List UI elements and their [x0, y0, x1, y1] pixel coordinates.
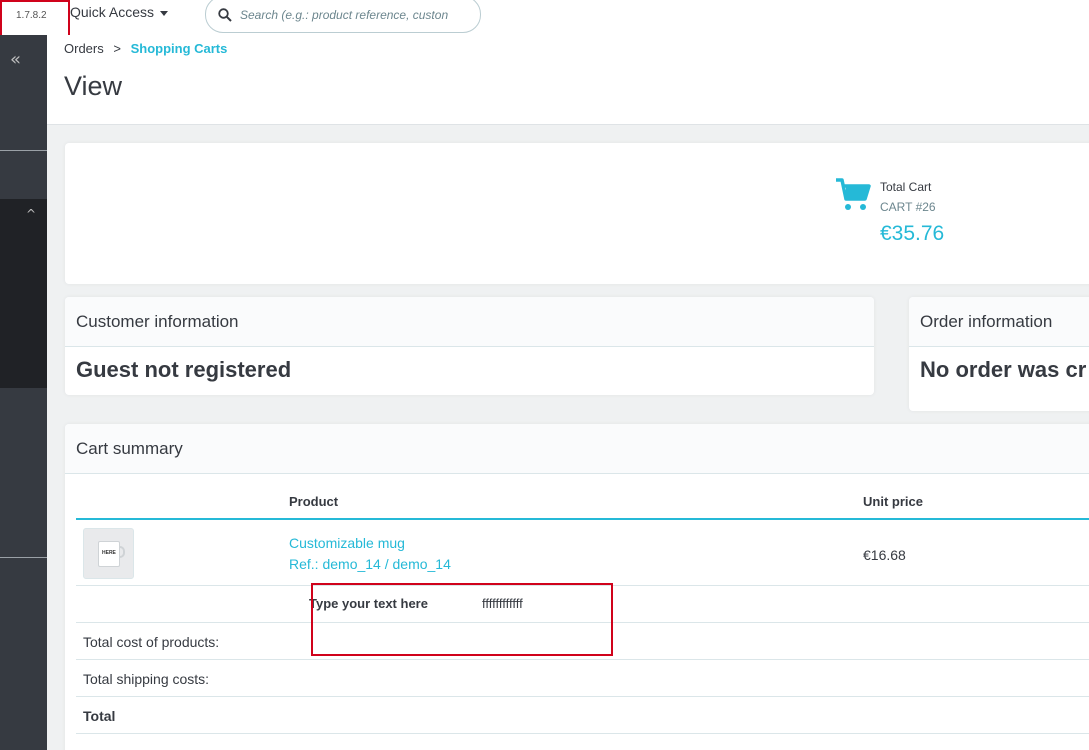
search-input[interactable]: [240, 7, 470, 22]
sidebar: « ^: [0, 35, 47, 750]
total-shipping-label: Total shipping costs:: [83, 671, 210, 687]
product-reference[interactable]: Ref.: demo_14 / demo_14: [289, 556, 451, 572]
page-header: Orders > Shopping Carts View: [47, 35, 1089, 125]
version-label: 1.7.8.2: [16, 10, 47, 21]
column-product: Product: [289, 494, 339, 509]
total-cart-label: Total Cart: [880, 180, 932, 194]
customer-info-card: Customer information Guest not registere…: [65, 297, 874, 395]
order-info-value: No order was cr: [920, 357, 1087, 382]
caret-down-icon: [160, 10, 169, 16]
table-header: Product Unit price: [76, 492, 1089, 520]
cart-reference: CART #26: [880, 200, 936, 214]
search-box[interactable]: [205, 0, 481, 33]
order-info-card: Order information No order was cr: [909, 297, 1089, 411]
chevron-up-icon[interactable]: ^: [26, 207, 36, 221]
customer-info-title: Customer information: [65, 297, 874, 347]
total-label: Total: [83, 708, 116, 724]
order-info-title: Order information: [909, 297, 1089, 347]
product-unit-price: €16.68: [863, 547, 906, 563]
quick-access-label: Quick Access: [70, 4, 155, 20]
mug-handle: [119, 546, 125, 558]
product-thumbnail[interactable]: HERE: [83, 528, 134, 579]
customer-info-value: Guest not registered: [76, 357, 292, 382]
breadcrumb: Orders > Shopping Carts: [64, 41, 227, 56]
table-row: Total: [76, 697, 1089, 734]
mug-print-text: HERE: [102, 550, 116, 556]
top-header: Quick Access: [0, 0, 1089, 35]
collapse-sidebar-icon[interactable]: «: [10, 49, 21, 70]
column-unit-price: Unit price: [863, 494, 923, 509]
search-icon: [218, 7, 232, 22]
quick-access-dropdown[interactable]: Quick Access: [70, 4, 169, 20]
total-products-label: Total cost of products:: [83, 634, 220, 650]
sidebar-divider: [0, 557, 47, 558]
breadcrumb-separator: >: [113, 41, 121, 56]
breadcrumb-orders[interactable]: Orders: [64, 41, 104, 56]
page-title: View: [64, 71, 123, 101]
breadcrumb-shopping-carts[interactable]: Shopping Carts: [131, 41, 228, 56]
total-cart-card: Total Cart CART #26 €35.76: [65, 143, 1089, 284]
product-name-link[interactable]: Customizable mug: [289, 535, 405, 551]
table-row: HERE Customizable mug Ref.: demo_14 / de…: [76, 520, 1089, 586]
cart-summary-title: Cart summary: [65, 424, 1089, 474]
sidebar-divider: [0, 150, 47, 151]
shopping-cart-icon: [836, 178, 871, 210]
customization-highlight: [311, 583, 613, 656]
total-cart-amount: €35.76: [880, 222, 945, 245]
sidebar-active-section[interactable]: [0, 199, 47, 388]
table-row: Total shipping costs:: [76, 660, 1089, 697]
version-highlight: 1.7.8.2: [0, 0, 70, 39]
